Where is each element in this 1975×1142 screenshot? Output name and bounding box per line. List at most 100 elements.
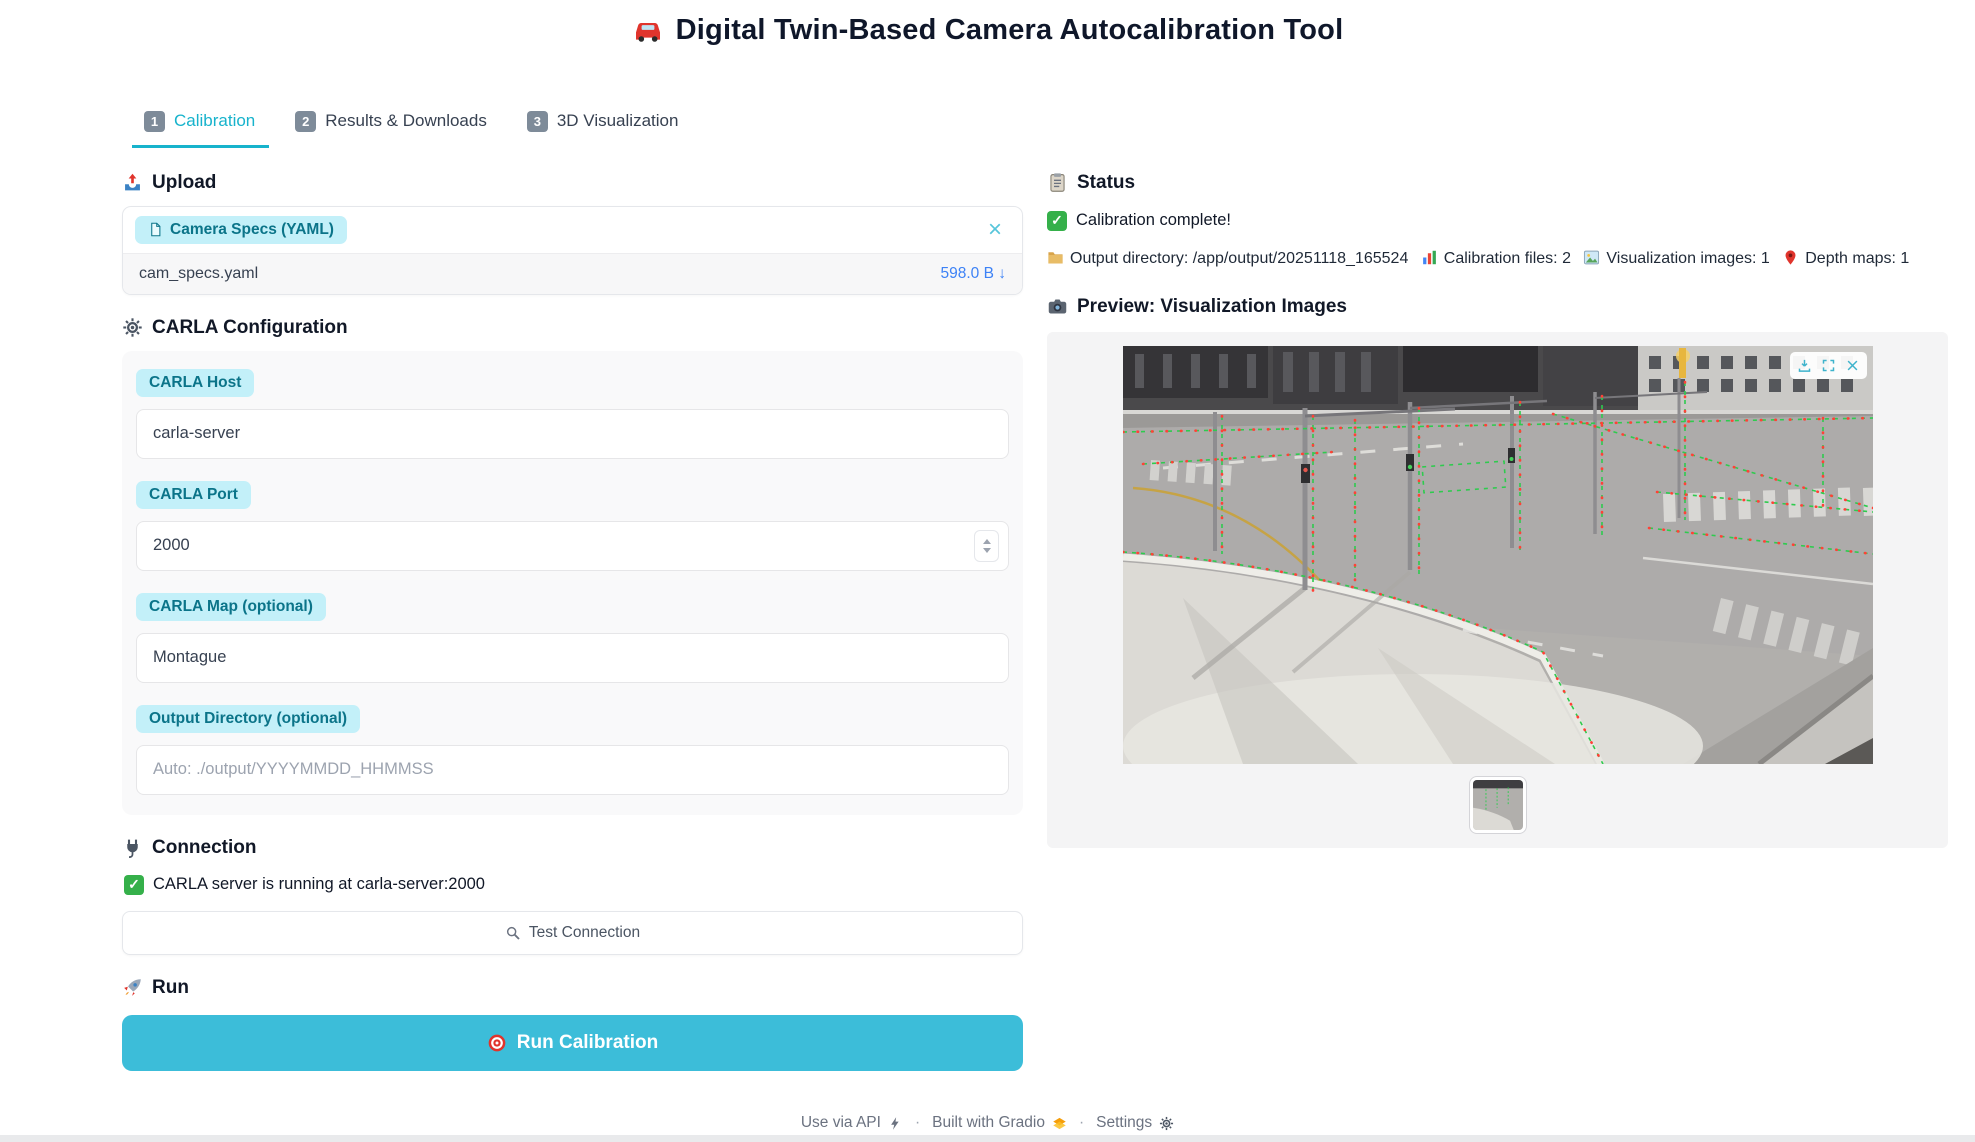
output-details: Output directory: /app/output/20251118_1… xyxy=(1047,243,1948,274)
tab-label: Results & Downloads xyxy=(325,111,487,131)
carla-map-input[interactable] xyxy=(136,633,1009,683)
tab-bar: 1 Calibration 2 Results & Downloads 3 3D… xyxy=(132,102,1975,148)
file-upload-component: Camera Specs (YAML) × cam_specs.yaml 598… xyxy=(122,206,1023,295)
close-icon[interactable] xyxy=(1842,355,1863,376)
settings-label: Settings xyxy=(1096,1114,1152,1132)
tab-results-downloads[interactable]: 2 Results & Downloads xyxy=(283,102,501,148)
built-with-gradio-label: Built with Gradio xyxy=(932,1114,1045,1132)
check-icon: ✓ xyxy=(124,875,144,895)
stepper-down-icon[interactable] xyxy=(983,548,991,553)
connection-status: ✓ CARLA server is running at carla-serve… xyxy=(124,875,1023,895)
magnifier-icon xyxy=(505,925,521,941)
carla-map-label: CARLA Map (optional) xyxy=(136,593,326,621)
file-icon xyxy=(148,222,163,237)
carla-map-field: CARLA Map (optional) xyxy=(136,593,1009,683)
status-message: ✓ Calibration complete! xyxy=(1047,211,1948,231)
camera-icon xyxy=(1047,296,1068,317)
use-via-api-link[interactable]: Use via API xyxy=(801,1114,903,1132)
download-image-icon[interactable] xyxy=(1794,355,1815,376)
carla-scene-svg xyxy=(1123,346,1873,764)
upload-heading-text: Upload xyxy=(152,172,216,194)
output-directory-field: Output Directory (optional) xyxy=(136,705,1009,795)
built-with-gradio-link[interactable]: Built with Gradio xyxy=(932,1114,1067,1132)
bolt-icon xyxy=(888,1116,903,1131)
preview-heading-text: Preview: Visualization Images xyxy=(1077,296,1347,318)
output-directory-label: Output Directory (optional) xyxy=(136,705,360,733)
tab-calibration[interactable]: 1 Calibration xyxy=(132,102,269,148)
tab-3d-visualization[interactable]: 3 3D Visualization xyxy=(515,102,693,148)
file-upload-header: Camera Specs (YAML) × xyxy=(123,207,1022,253)
output-directory-input[interactable] xyxy=(136,745,1009,795)
upload-heading: Upload xyxy=(122,172,1023,194)
carla-host-inputwrap xyxy=(136,409,1009,459)
carla-config-group: CARLA Host CARLA Port CARLA Map (optiona… xyxy=(122,351,1023,815)
file-type-label: Camera Specs (YAML) xyxy=(170,221,334,239)
main-content: Upload Camera Specs (YAML) × cam_specs.y… xyxy=(0,148,1975,1071)
preview-heading: Preview: Visualization Images xyxy=(1047,296,1948,318)
pin-icon xyxy=(1782,249,1799,266)
visualization-preview-image[interactable] xyxy=(1123,346,1873,764)
window-bottom-edge xyxy=(0,1135,1975,1142)
target-icon xyxy=(487,1033,507,1053)
detail-text: Visualization images: 1 xyxy=(1606,250,1769,267)
gear-icon xyxy=(122,317,143,338)
tab-number-badge: 3 xyxy=(527,111,548,132)
detail-text: Depth maps: 1 xyxy=(1805,250,1909,267)
uploaded-file-row: cam_specs.yaml 598.0 B ↓ xyxy=(123,253,1022,294)
connection-heading: Connection xyxy=(122,837,1023,859)
upload-icon xyxy=(122,172,143,193)
carla-config-heading-text: CARLA Configuration xyxy=(152,317,348,339)
settings-link[interactable]: Settings xyxy=(1096,1114,1174,1132)
footer-separator: · xyxy=(1079,1114,1084,1132)
image-toolbar xyxy=(1790,352,1867,379)
run-calibration-label: Run Calibration xyxy=(517,1032,658,1054)
detail-text: Output directory: /app/output/20251118_1… xyxy=(1070,250,1408,267)
detail-calibration-files: Calibration files: 2 xyxy=(1421,250,1571,267)
carla-port-input[interactable] xyxy=(136,521,1009,571)
carla-host-label: CARLA Host xyxy=(136,369,254,397)
file-size-download-link[interactable]: 598.0 B ↓ xyxy=(941,265,1007,283)
run-heading: Run xyxy=(122,977,1023,999)
footer-separator: · xyxy=(915,1114,920,1132)
app-header: Digital Twin-Based Camera Autocalibratio… xyxy=(0,0,1975,52)
stepper-up-icon[interactable] xyxy=(983,539,991,544)
left-column: Upload Camera Specs (YAML) × cam_specs.y… xyxy=(122,172,1023,1071)
check-icon: ✓ xyxy=(1047,211,1067,231)
status-message-text: Calibration complete! xyxy=(1076,211,1231,230)
car-icon xyxy=(632,15,664,47)
carla-port-field: CARLA Port xyxy=(136,481,1009,571)
tab-label: 3D Visualization xyxy=(557,111,679,131)
picture-icon xyxy=(1583,249,1600,266)
page-title: Digital Twin-Based Camera Autocalibratio… xyxy=(632,14,1344,47)
clipboard-icon xyxy=(1047,172,1068,193)
status-heading-text: Status xyxy=(1077,172,1135,194)
output-directory-inputwrap xyxy=(136,745,1009,795)
carla-port-inputwrap xyxy=(136,521,1009,571)
plug-icon xyxy=(122,837,143,858)
detail-depth-maps: Depth maps: 1 xyxy=(1782,250,1909,267)
right-column: Status ✓ Calibration complete! Output di… xyxy=(1047,172,1948,848)
gallery-panel xyxy=(1047,332,1948,848)
tab-number-badge: 1 xyxy=(144,111,165,132)
number-stepper[interactable] xyxy=(974,530,999,562)
gallery-thumbnail[interactable] xyxy=(1469,776,1527,834)
run-heading-text: Run xyxy=(152,977,189,999)
carla-config-heading: CARLA Configuration xyxy=(122,317,1023,339)
detail-output-directory: Output directory: /app/output/20251118_1… xyxy=(1047,250,1408,267)
connection-status-text: CARLA server is running at carla-server:… xyxy=(153,875,485,894)
page-title-text: Digital Twin-Based Camera Autocalibratio… xyxy=(676,14,1344,47)
bar-chart-icon xyxy=(1421,249,1438,266)
tab-label: Calibration xyxy=(174,111,255,131)
connection-heading-text: Connection xyxy=(152,837,257,859)
carla-host-input[interactable] xyxy=(136,409,1009,459)
settings-gear-icon xyxy=(1159,1116,1174,1131)
clear-file-button[interactable]: × xyxy=(980,218,1010,242)
run-calibration-button[interactable]: Run Calibration xyxy=(122,1015,1023,1071)
test-connection-button[interactable]: Test Connection xyxy=(122,911,1023,955)
fullscreen-icon[interactable] xyxy=(1818,355,1839,376)
carla-port-label: CARLA Port xyxy=(136,481,251,509)
carla-map-inputwrap xyxy=(136,633,1009,683)
test-connection-label: Test Connection xyxy=(529,924,640,942)
app-footer: Use via API · Built with Gradio · Settin… xyxy=(0,1114,1975,1132)
file-name: cam_specs.yaml xyxy=(139,265,258,283)
